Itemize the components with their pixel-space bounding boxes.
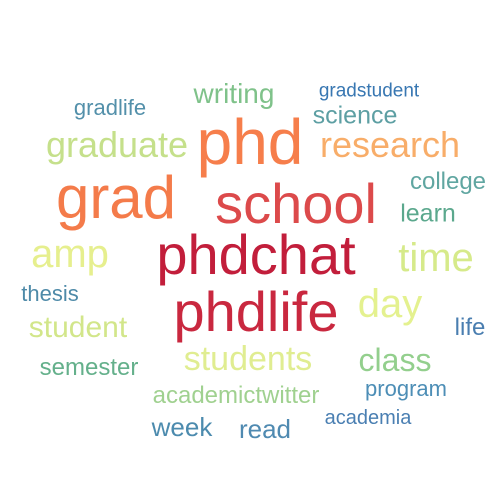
word-semester: semester bbox=[39, 354, 139, 381]
word-program: program bbox=[365, 376, 447, 401]
word-student: student bbox=[28, 311, 128, 344]
word-gradlife: gradlife bbox=[73, 95, 147, 120]
word-phdlife: phdlife bbox=[173, 280, 339, 343]
word-academia: academia bbox=[324, 407, 412, 429]
word-academictwitter: academictwitter bbox=[152, 382, 320, 409]
word-cloud: phd grad school phdchat phdlife research… bbox=[0, 0, 504, 504]
word-phd: phd bbox=[196, 106, 304, 178]
word-class: class bbox=[358, 342, 432, 378]
word-amp: amp bbox=[31, 232, 109, 276]
word-students: students bbox=[183, 340, 313, 378]
word-grad: grad bbox=[55, 164, 177, 231]
word-thesis: thesis bbox=[21, 281, 79, 306]
word-phdchat: phdchat bbox=[156, 223, 356, 286]
word-time: time bbox=[398, 236, 474, 280]
word-college: college bbox=[409, 168, 487, 195]
word-research: research bbox=[319, 124, 461, 165]
word-life: life bbox=[454, 314, 486, 341]
word-writing: writing bbox=[193, 78, 275, 109]
word-gradstudent: gradstudent bbox=[318, 80, 420, 102]
word-science: science bbox=[312, 101, 398, 130]
word-day: day bbox=[357, 282, 423, 326]
word-week: week bbox=[151, 412, 213, 442]
word-learn: learn bbox=[400, 199, 456, 228]
word-read: read bbox=[238, 414, 292, 444]
word-graduate: graduate bbox=[45, 124, 189, 165]
